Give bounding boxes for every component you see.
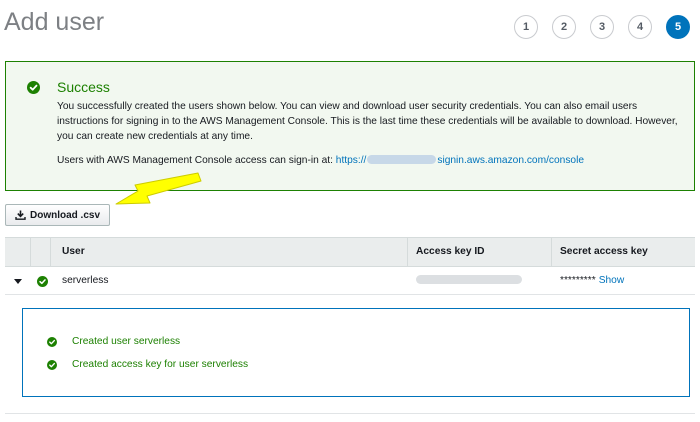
page-title: Add user — [4, 8, 105, 36]
user-name-cell: serverless — [62, 275, 109, 286]
signin-prefix: Users with AWS Management Console access… — [57, 155, 333, 166]
check-circle-icon — [47, 336, 57, 347]
step-3[interactable]: 3 — [590, 15, 614, 39]
detail-text: Created user serverless — [72, 336, 181, 347]
column-divider — [551, 238, 552, 266]
users-table: User Access key ID Secret access key ser… — [5, 237, 695, 295]
alert-message: You successfully created the users shown… — [57, 101, 678, 142]
detail-item: Created access key for user serverless — [47, 359, 248, 370]
secret-key-masked: ********* — [560, 275, 596, 286]
column-header-secret-access-key[interactable]: Secret access key — [560, 238, 648, 266]
check-circle-icon — [37, 274, 48, 292]
arrow-icon — [115, 172, 202, 205]
table-header: User Access key ID Secret access key — [5, 237, 695, 267]
show-secret-link[interactable]: Show — [599, 275, 624, 286]
user-details-panel: Created user serverless Created access k… — [22, 308, 690, 397]
signin-link[interactable]: https:// signin.aws.amazon.com/console — [336, 155, 584, 166]
download-icon — [15, 210, 26, 220]
caret-down-icon[interactable] — [14, 279, 22, 284]
secret-key-cell: ********* Show — [560, 267, 624, 294]
alert-title: Success — [57, 79, 110, 95]
signin-url-start: https:// — [335, 155, 367, 166]
step-5: 5 — [666, 15, 690, 39]
wizard-steps: 1 2 3 4 5 — [500, 15, 690, 39]
signin-url-end: signin.aws.amazon.com/console — [437, 155, 585, 166]
success-alert: Success You successfully created the use… — [5, 61, 695, 191]
column-divider — [50, 238, 51, 266]
step-1[interactable]: 1 — [514, 15, 538, 39]
step-2[interactable]: 2 — [552, 15, 576, 39]
check-circle-icon — [27, 81, 40, 99]
table-row: serverless ********* Show — [5, 267, 695, 295]
blurred-account-id — [367, 155, 437, 164]
blurred-access-key-id — [416, 275, 522, 284]
detail-item: Created user serverless — [47, 336, 180, 347]
download-label: Download .csv — [29, 209, 100, 221]
step-4[interactable]: 4 — [628, 15, 652, 39]
column-header-access-key-id[interactable]: Access key ID — [416, 238, 485, 266]
column-header-user[interactable]: User — [62, 238, 85, 266]
divider — [5, 413, 695, 414]
detail-text: Created access key for user serverless — [72, 359, 249, 370]
column-divider — [407, 238, 408, 266]
column-divider — [30, 238, 31, 266]
signin-line: Users with AWS Management Console access… — [57, 153, 584, 168]
download-csv-button[interactable]: Download .csv — [5, 204, 110, 226]
check-circle-icon — [47, 359, 57, 370]
